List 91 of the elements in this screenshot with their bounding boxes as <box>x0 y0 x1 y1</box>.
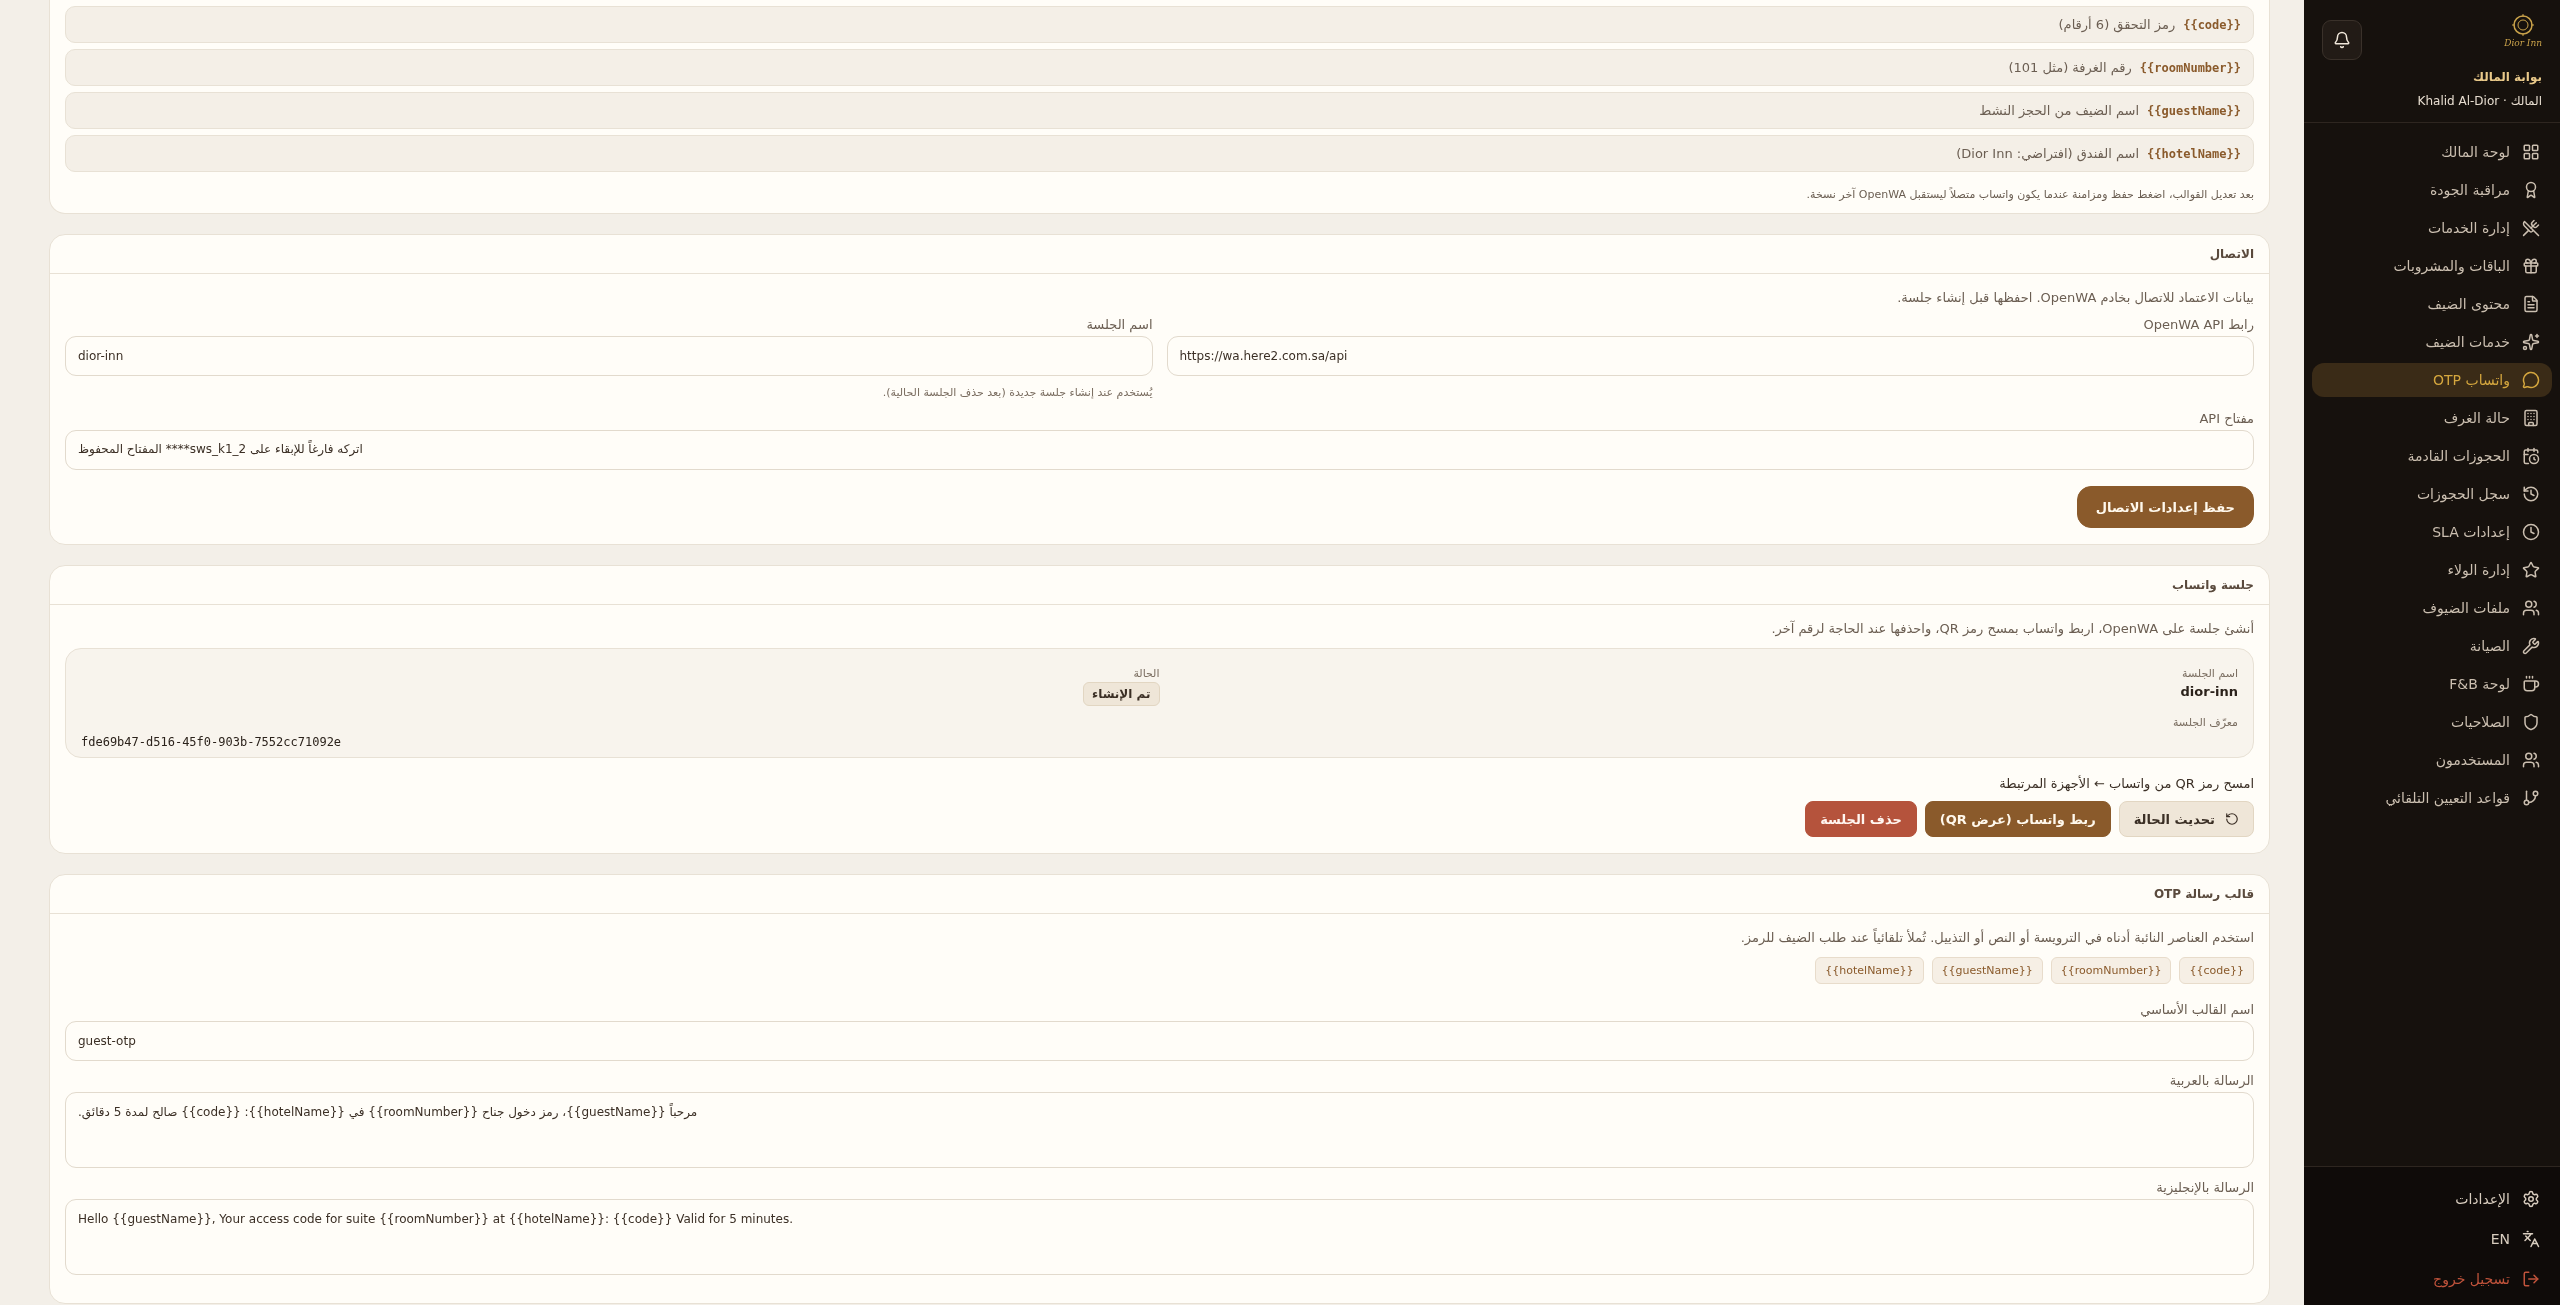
api-key-field[interactable]: اتركه فارغاً للإبقاء على sws_k1_2**** المفتاح المحفوظ <box>65 430 2254 470</box>
placeholder-token: {{roomNumber}} <box>2139 60 2241 75</box>
field-label: اسم الجلسة <box>1085 317 1153 332</box>
field-hint: يُستخدم عند إنشاء جلسة جديدة (بعد حذف الجلسة الحالية). <box>881 386 1153 399</box>
notifications-button[interactable] <box>2322 20 2362 60</box>
nav-icon <box>2522 333 2540 351</box>
card-title: جلسة واتساب <box>50 566 2269 605</box>
nav-item[interactable]: الحجوزات القادمة <box>2312 439 2552 473</box>
field-label: اسم القالب الأساسي <box>2139 1002 2254 1017</box>
field-label: رابط OpenWA API <box>2142 317 2254 332</box>
delete-button[interactable]: حذف الجلسة <box>1805 801 1917 837</box>
status-badge: تم الإنشاء <box>1083 682 1160 706</box>
qr-hint: امسح رمز QR من واتساب ← الأجهزة المرتبطة <box>1998 776 2254 791</box>
placeholder-description: رقم الغرفة (مثل 101) <box>2008 60 2132 75</box>
placeholder-description: اسم الضيف من الحجز النشط <box>1979 103 2140 118</box>
nav-item[interactable]: إدارة الولاء <box>2312 553 2552 587</box>
card-description: استخدم العناصر النائبة أدناه في الترويسة أو النص أو التذييل. تُملأ تلقائياً عند طلب الضيف للرمز. <box>1739 930 2254 945</box>
nav-item[interactable]: قواعد التعيين التلقائي <box>2312 781 2552 815</box>
template-name-field[interactable]: guest-otp <box>65 1021 2254 1061</box>
placeholder-chip[interactable]: {{guestName}} <box>1931 957 2043 984</box>
placeholder-token: {{code}} <box>2183 17 2241 32</box>
api-url-field[interactable]: https://wa.here2.com.sa/api <box>1166 336 2254 376</box>
nav-icon <box>2522 371 2540 389</box>
nav-item[interactable]: المستخدمون <box>2312 743 2552 777</box>
session-id: fde69b47-d516-45f0-903b-7552cc71092e <box>81 735 343 749</box>
nav-item[interactable]: إدارة الخدمات <box>2312 211 2552 245</box>
placeholder-description: رمز التحقق (6 أرقام) <box>2058 17 2176 32</box>
field-label: مفتاح API <box>2198 411 2254 426</box>
field-label: الرسالة بالعربية <box>2168 1073 2254 1088</box>
info-label: معرّف الجلسة <box>2171 716 2238 729</box>
nav-icon <box>2522 789 2540 807</box>
nav-icon <box>2522 599 2540 617</box>
nav-icon <box>2522 485 2540 503</box>
portal-title: بوابة المالك <box>2473 70 2542 84</box>
nav-icon <box>2522 143 2540 161</box>
nav-item[interactable]: خدمات الضيف <box>2312 325 2552 359</box>
user-role: المالك · Khalid Al-Dior <box>2417 94 2542 108</box>
nav-item[interactable]: لوحة F&B <box>2312 667 2552 701</box>
refresh-button[interactable]: تحديث الحالة <box>2118 801 2254 837</box>
translate-icon <box>2522 1230 2540 1248</box>
nav-icon <box>2522 219 2540 237</box>
nav-item[interactable]: الصيانة <box>2312 629 2552 663</box>
info-label: الحالة <box>1133 667 1160 680</box>
nav-item[interactable]: لوحة المالك <box>2312 135 2552 169</box>
nav-item[interactable]: الباقات والمشروبات <box>2312 249 2552 283</box>
placeholder-chip[interactable]: {{roomNumber}} <box>2050 957 2172 984</box>
sync-note: بعد تعديل القوالب، اضغط حفظ ومزامنة عندما يكون واتساب متصلاً ليستقبل OpenWA آخر نسخة. <box>1805 188 2254 201</box>
logout-link[interactable]: تسجيل خروج <box>2312 1261 2552 1297</box>
session-name-field[interactable]: dior-inn <box>65 336 1153 376</box>
nav-item[interactable]: حالة الغرف <box>2312 401 2552 435</box>
nav-item[interactable]: إعدادات SLA <box>2312 515 2552 549</box>
english-message-field[interactable]: Hello {{guestName}}, Your access code for suite {{roomNumber}} at {{hotelName}}: {{code}} Valid for 5 minutes. <box>65 1199 2254 1275</box>
card-title: قالب رسالة OTP <box>50 875 2269 914</box>
settings-link[interactable]: الإعدادات <box>2312 1181 2552 1217</box>
nav-icon <box>2522 713 2540 731</box>
settings-icon <box>2522 1190 2540 1208</box>
logo-icon <box>2510 12 2537 38</box>
session-name: dior-inn <box>2180 684 2238 699</box>
placeholder-description: اسم الفندق (افتراضي: Dior Inn) <box>1956 146 2140 161</box>
nav-icon <box>2522 523 2540 541</box>
refresh-icon <box>2225 812 2239 826</box>
nav-icon <box>2522 295 2540 313</box>
info-label: اسم الجلسة <box>2182 667 2238 680</box>
nav-icon <box>2522 561 2540 579</box>
bell-icon <box>2333 31 2351 49</box>
nav-icon <box>2522 751 2540 769</box>
nav-icon <box>2522 637 2540 655</box>
nav-icon <box>2522 409 2540 427</box>
placeholder-chip[interactable]: {{code}} <box>2179 957 2254 984</box>
nav-item[interactable]: واتساب OTP <box>2312 363 2552 397</box>
language-toggle[interactable]: EN <box>2312 1221 2552 1257</box>
nav-item[interactable]: مراقبة الجودة <box>2312 173 2552 207</box>
card-description: أنشئ جلسة على OpenWA، اربط واتساب بمسح رمز QR، واحذفها عند الحاجة لرقم آخر. <box>1770 621 2254 636</box>
nav-icon <box>2522 447 2540 465</box>
nav-item[interactable]: محتوى الضيف <box>2312 287 2552 321</box>
field-label: الرسالة بالإنجليزية <box>2155 1180 2254 1195</box>
logout-icon <box>2522 1270 2540 1288</box>
logo-text: Dior Inn <box>2504 38 2542 48</box>
placeholder-token: {{guestName}} <box>2147 103 2241 118</box>
placeholder-token: {{hotelName}} <box>2147 146 2241 161</box>
link-button[interactable]: ربط واتساب (عرض QR) <box>1924 801 2111 837</box>
nav-item[interactable]: ملفات الضيوف <box>2312 591 2552 625</box>
save-connection-button[interactable]: حفظ إعدادات الاتصال <box>2076 486 2254 528</box>
nav-item[interactable]: سجل الحجوزات <box>2312 477 2552 511</box>
nav-item[interactable]: الصلاحيات <box>2312 705 2552 739</box>
arabic-message-field[interactable]: مرحباً {{guestName}}، رمز دخول جناح {{roomNumber}} في {{hotelName}}: {{code}} صالح لمدة 5 دقائق. <box>65 1092 2254 1168</box>
placeholder-chip[interactable]: {{hotelName}} <box>1815 957 1924 984</box>
nav-icon <box>2522 257 2540 275</box>
card-title: الاتصال <box>50 235 2269 274</box>
card-description: بيانات الاعتماد للاتصال بخادم OpenWA. احفظها قبل إنشاء جلسة. <box>1896 290 2254 305</box>
nav-icon <box>2522 675 2540 693</box>
